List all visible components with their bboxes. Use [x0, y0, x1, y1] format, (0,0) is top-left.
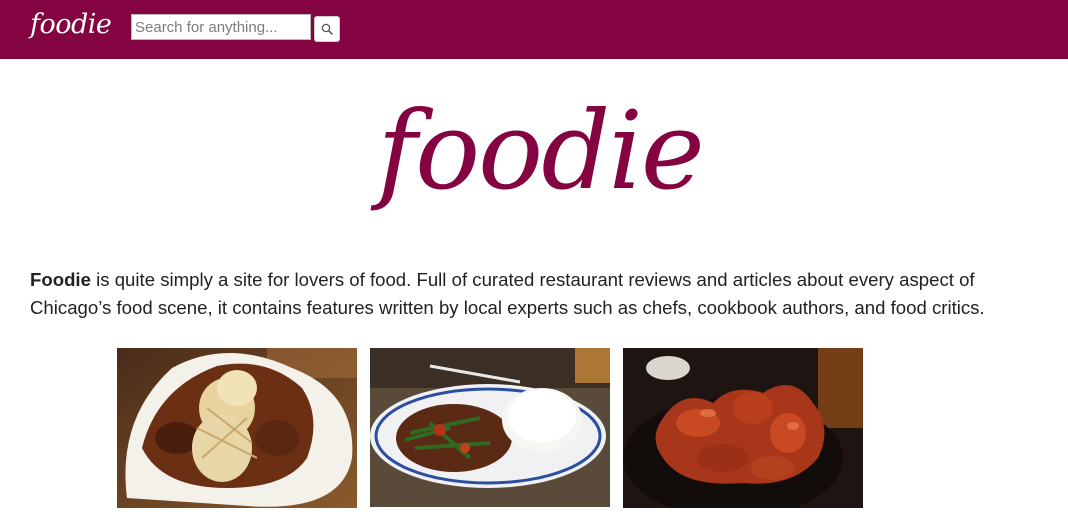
top-navbar: foodie [0, 0, 1068, 59]
hero-logo-text: foodie [370, 90, 703, 214]
search-input[interactable] [131, 14, 311, 40]
intro-brand: Foodie [30, 269, 91, 290]
intro-paragraph: Foodie is quite simply a site for lovers… [30, 266, 1050, 322]
hero-logo: foodie [370, 90, 705, 214]
food-photo-stirfry-rice[interactable] [370, 348, 610, 507]
food-photo-kebabs-rice[interactable] [117, 348, 357, 508]
search-icon [321, 23, 333, 35]
intro-line2: Chicago’s food scene, it contains featur… [30, 297, 985, 318]
food-photo-chicken-wings[interactable] [623, 348, 863, 508]
intro-line1: is quite simply a site for lovers of foo… [90, 269, 975, 290]
nav-logo[interactable]: foodie [30, 9, 112, 40]
search-button[interactable] [314, 16, 340, 42]
